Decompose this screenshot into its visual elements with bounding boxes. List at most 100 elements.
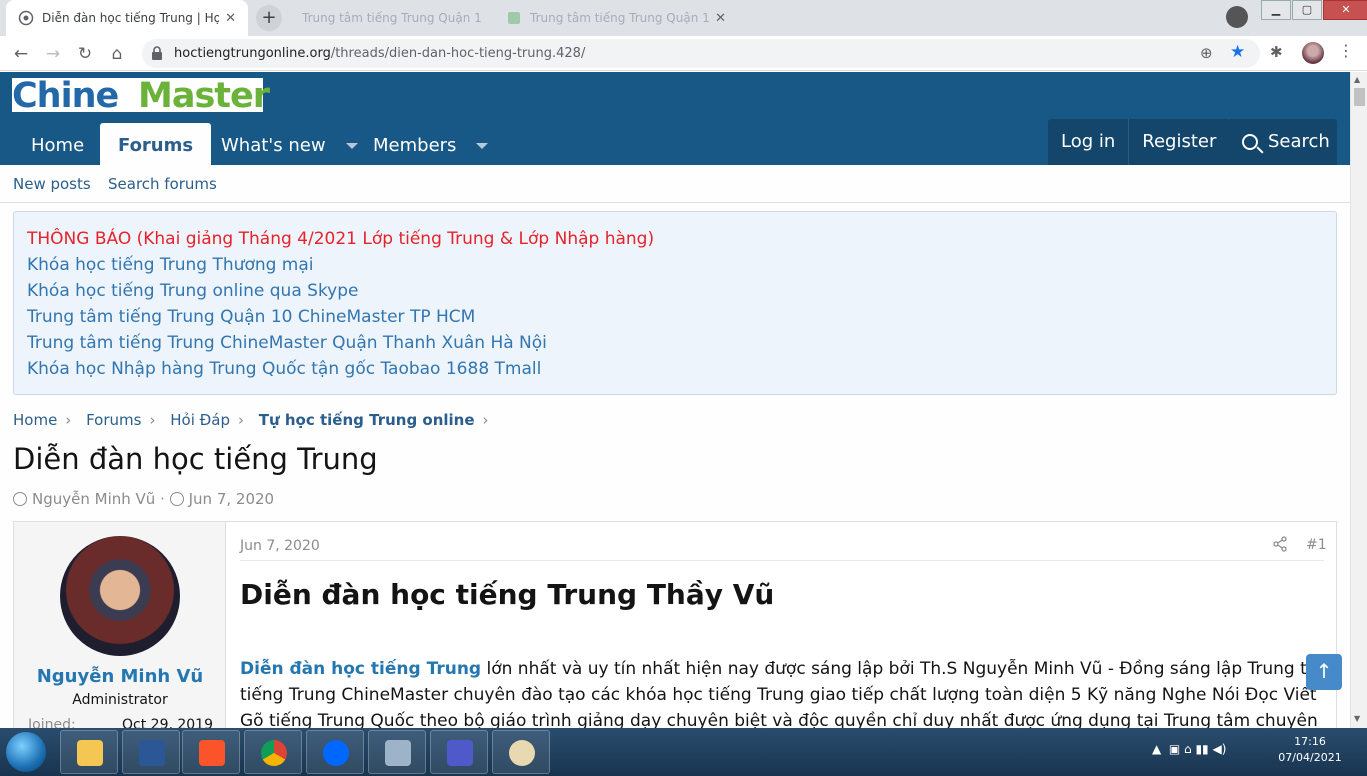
close-tab-icon[interactable]: ✕ [225, 11, 236, 26]
menu-dots-icon[interactable]: ⋮ [1338, 41, 1354, 60]
nav-home[interactable]: Home [13, 123, 102, 165]
zoom-icon[interactable]: ⊕ [1200, 44, 1213, 62]
thread-date[interactable]: Jun 7, 2020 [189, 490, 274, 508]
notice-link[interactable]: Trung tâm tiếng Trung ChineMaster Quận T… [27, 330, 1323, 356]
zalo-task[interactable] [306, 730, 364, 774]
avatar[interactable] [60, 536, 180, 656]
keyboard-icon [385, 740, 411, 766]
sub-navigation: New posts Search forums [0, 165, 1350, 203]
system-tray[interactable]: ▲ ▣ ⌂ ▮▮ ◀) [1152, 742, 1226, 756]
nav-members[interactable]: Members [355, 123, 506, 165]
breadcrumb-item[interactable]: Forums [86, 411, 141, 429]
browser-tab-active[interactable]: Diễn đàn học tiếng Trung | Học t ✕ [6, 0, 248, 36]
joined-value: Oct 29, 2019 [122, 717, 213, 728]
taskbar-clock[interactable]: 17:16 07/04/2021 [1274, 734, 1346, 766]
scrollbar-thumb[interactable] [1354, 88, 1365, 106]
paint-icon [509, 740, 535, 766]
home-icon[interactable]: ⌂ [106, 43, 128, 65]
register-button[interactable]: Register [1129, 119, 1231, 165]
explorer-task[interactable] [60, 730, 118, 774]
browser-tab-2[interactable]: Trung tâm tiếng Trung Quận 10 [292, 0, 492, 36]
share-icon[interactable] [1272, 536, 1288, 552]
start-button[interactable] [6, 732, 46, 772]
logo-text-part2: Master [138, 76, 270, 116]
logo-text-part1: Chine [12, 76, 119, 116]
breadcrumb-item[interactable]: Tự học tiếng Trung online [259, 411, 475, 429]
search-forums-link[interactable]: Search forums [108, 175, 217, 193]
new-tab-button[interactable]: + [256, 5, 282, 31]
page-scrollbar[interactable]: ▲ ▼ [1350, 72, 1367, 728]
word-task[interactable] [122, 730, 180, 774]
search-button[interactable]: Search [1228, 119, 1337, 165]
post-body-text: lớn nhất và uy tín nhất hiện nay được sá… [481, 659, 1334, 679]
search-button-label: Search [1268, 131, 1330, 152]
nav-members-label: Members [373, 135, 457, 156]
address-bar[interactable]: hoctiengtrungonline.org/threads/dien-dan… [142, 39, 1260, 68]
browser-toolbar: ← → ↻ ⌂ hoctiengtrungonline.org/threads/… [0, 36, 1367, 71]
post-body-line: tiếng Trung ChineMaster chuyên đào tạo c… [240, 685, 1317, 705]
sheet-icon [508, 12, 520, 24]
notice-link[interactable]: THÔNG BÁO (Khai giảng Tháng 4/2021 Lớp t… [27, 226, 1323, 252]
browser-tab-title: Diễn đàn học tiếng Trung | Học t [42, 11, 220, 25]
chevron-down-icon[interactable] [476, 143, 489, 149]
post-username-link[interactable]: Nguyễn Minh Vũ [14, 666, 226, 687]
chrome-task[interactable] [244, 730, 302, 774]
brave-icon [199, 740, 225, 766]
browser-tab-title: Trung tâm tiếng Trung Quận 10 [530, 11, 710, 25]
url-text: hoctiengtrungonline.org/threads/dien-dan… [174, 46, 585, 61]
folder-icon [77, 740, 103, 766]
reload-icon[interactable]: ↻ [74, 43, 96, 65]
post-date-link[interactable]: Jun 7, 2020 [240, 538, 320, 554]
browser-tab-title: Trung tâm tiếng Trung Quận 10 [302, 11, 482, 25]
minimize-icon[interactable]: ▁ [1261, 0, 1291, 20]
thread-meta: Nguyễn Minh Vũ · Jun 7, 2020 [13, 490, 274, 508]
brave-task[interactable] [182, 730, 240, 774]
user-icon [13, 492, 27, 506]
post-number-link[interactable]: #1 [1306, 537, 1327, 553]
thread-author-link[interactable]: Nguyễn Minh Vũ [32, 490, 155, 508]
back-arrow-icon[interactable]: ← [10, 43, 32, 65]
close-window-icon[interactable]: ✕ [1323, 0, 1367, 20]
lock-icon [152, 46, 162, 60]
window-controls: ▁ ▢ ✕ [1260, 0, 1367, 20]
tab-search-icon[interactable] [1226, 6, 1248, 28]
post-body: Diễn đàn học tiếng Trung lớn nhất và uy … [240, 656, 1334, 728]
page-viewport: Chine Master Home Forums What's new Memb… [0, 72, 1350, 728]
chrome-icon [261, 740, 287, 766]
post-body-line: Diễn đàn học tiếng Trung lớn nhất và uy … [240, 656, 1334, 682]
login-button[interactable]: Log in [1048, 119, 1130, 165]
notice-link[interactable]: Khóa học tiếng Trung Thương mại [27, 252, 1323, 278]
extensions-puzzle-icon[interactable]: ✱ [1270, 43, 1283, 61]
keyboard-task[interactable] [368, 730, 426, 774]
scroll-up-icon[interactable]: ▲ [1354, 75, 1360, 84]
notice-link[interactable]: Khóa học tiếng Trung online qua Skype [27, 278, 1323, 304]
scroll-down-icon[interactable]: ▼ [1354, 714, 1360, 723]
breadcrumb-item[interactable]: Home [13, 411, 57, 429]
profile-avatar[interactable] [1302, 42, 1324, 64]
paint-task[interactable] [492, 730, 550, 774]
close-tab-icon[interactable]: ✕ [715, 11, 726, 26]
teams-task[interactable] [430, 730, 488, 774]
notice-link[interactable]: Trung tâm tiếng Trung Quận 10 ChineMaste… [27, 304, 1323, 330]
nav-forums[interactable]: Forums [100, 123, 212, 165]
account-buttons: Log in Register [1048, 119, 1231, 165]
site-logo[interactable]: Chine Master [12, 76, 270, 116]
breadcrumb-item[interactable]: Hỏi Đáp [170, 411, 230, 429]
chevron-right-icon: › [65, 411, 72, 429]
post-heading: Diễn đàn học tiếng Trung Thầy Vũ [240, 578, 775, 611]
post-body-link[interactable]: Diễn đàn học tiếng Trung [240, 659, 481, 679]
maximize-icon[interactable]: ▢ [1292, 0, 1322, 20]
chevron-right-icon: › [482, 411, 489, 429]
word-icon [139, 740, 165, 766]
chevron-right-icon: › [237, 411, 244, 429]
post-body-line: Gõ tiếng Trung Quốc theo bộ giáo trình g… [240, 711, 1318, 728]
bookmark-star-icon[interactable]: ★ [1230, 42, 1245, 62]
teams-icon [447, 740, 473, 766]
zalo-icon [323, 740, 349, 766]
new-posts-link[interactable]: New posts [13, 175, 91, 193]
scroll-to-top-button[interactable]: ↑ [1306, 654, 1342, 690]
notice-link[interactable]: Khóa học Nhập hàng Trung Quốc tận gốc Ta… [27, 356, 1323, 382]
browser-tab-3[interactable]: Trung tâm tiếng Trung Quận 10 ✕ [496, 0, 736, 36]
forward-arrow-icon[interactable]: → [42, 43, 64, 65]
nav-whats-new[interactable]: What's new [203, 123, 376, 165]
